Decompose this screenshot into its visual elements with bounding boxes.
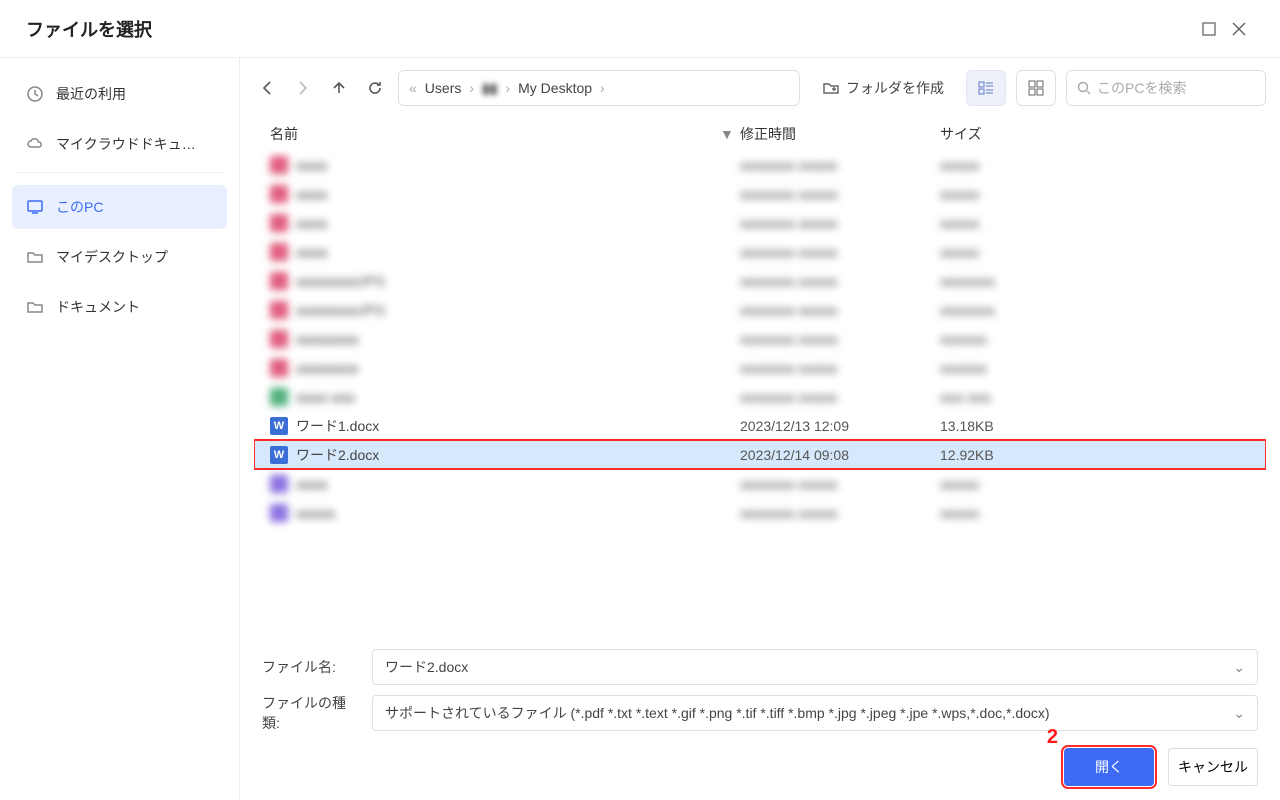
filetype-select[interactable]: サポートされているファイル (*.pdf *.txt *.text *.gif …	[372, 695, 1258, 731]
breadcrumb-item[interactable]: Users	[421, 80, 466, 96]
sidebar-desktop-label: マイデスクトップ	[56, 247, 168, 267]
file-row[interactable]: .aaaaaaaaaaa aaaaaaaaaa	[254, 237, 1266, 266]
folder-icon	[26, 248, 44, 266]
chevron-right-icon: ›	[600, 80, 605, 96]
file-row[interactable]: .aaaaaaaaJPGaaaaaaa aaaaaaaaaaaa	[254, 266, 1266, 295]
nav-back-button[interactable]	[254, 75, 280, 101]
search-placeholder: このPCを検索	[1097, 78, 1186, 98]
file-row[interactable]: .aaaaaaaaaaaaaaa aaaaaaaaaaa	[254, 353, 1266, 382]
file-row[interactable]: .aaaaaaaaaaaa aaaaaaaaaa	[254, 498, 1266, 527]
sidebar: 最近の利用 マイクラウドドキュ… このPC マイデスクトップ ドキュメント	[0, 58, 240, 800]
chevron-down-icon: ⌄	[1233, 659, 1245, 676]
file-row[interactable]: W ワード2.docx 2023/12/14 09:08 12.92KB	[254, 440, 1266, 469]
chevron-left-icon: «	[409, 80, 417, 96]
nav-forward-button[interactable]	[290, 75, 316, 101]
file-name: ワード2.docx	[296, 445, 379, 465]
clock-icon	[26, 85, 44, 103]
sort-indicator-icon: ▼	[720, 126, 740, 142]
nav-refresh-button[interactable]	[362, 75, 388, 101]
file-list: 1 .aaaaaaaaaaa aaaaaaaaaa .aaaaaaaaaaa a…	[254, 150, 1266, 634]
sidebar-item-recent[interactable]: 最近の利用	[12, 72, 227, 116]
filename-input[interactable]: ワード2.docx ⌄	[372, 649, 1258, 685]
nav-up-button[interactable]	[326, 75, 352, 101]
file-row[interactable]: .aaaa aaaaaaaaaa aaaaaaaa aaa	[254, 382, 1266, 411]
cloud-icon	[26, 135, 44, 153]
dialog-title: ファイルを選択	[26, 16, 1194, 42]
breadcrumb-item[interactable]: ▮▮	[478, 80, 501, 97]
file-row[interactable]: W ワード1.docx 2023/12/13 12:09 13.18KB	[254, 411, 1266, 440]
close-button[interactable]	[1224, 14, 1254, 44]
word-file-icon: W	[270, 446, 288, 464]
new-folder-label: フォルダを作成	[846, 78, 944, 98]
open-button[interactable]: 開く	[1064, 748, 1154, 786]
file-modified: 2023/12/13 12:09	[740, 418, 940, 434]
file-row[interactable]: .aaaaaaaaaaa aaaaaaaaaa	[254, 208, 1266, 237]
cancel-button[interactable]: キャンセル	[1168, 748, 1258, 786]
col-size-header[interactable]: サイズ	[940, 124, 1160, 144]
monitor-icon	[26, 198, 44, 216]
sidebar-recent-label: 最近の利用	[56, 84, 126, 104]
file-name: ワード1.docx	[296, 416, 379, 436]
breadcrumb[interactable]: « Users › ▮▮ › My Desktop ›	[398, 70, 800, 106]
filetype-value: サポートされているファイル (*.pdf *.txt *.text *.gif …	[385, 703, 1050, 723]
file-row[interactable]: .aaaaaaaaaaa aaaaaaaaaa	[254, 150, 1266, 179]
col-name-header[interactable]: 名前	[262, 124, 720, 144]
chevron-right-icon: ›	[505, 80, 510, 96]
file-size: 12.92KB	[940, 447, 1160, 463]
file-size: 13.18KB	[940, 418, 1160, 434]
sidebar-item-documents[interactable]: ドキュメント	[12, 285, 227, 329]
new-folder-icon	[822, 79, 840, 97]
sidebar-documents-label: ドキュメント	[56, 297, 140, 317]
filetype-label: ファイルの種類:	[262, 693, 356, 733]
folder-icon	[26, 298, 44, 316]
file-row[interactable]: .aaaaaaaaaaaaaaa aaaaaaaaaaa	[254, 324, 1266, 353]
chevron-down-icon: ⌄	[1233, 705, 1245, 722]
chevron-right-icon: ›	[469, 80, 474, 96]
filename-label: ファイル名:	[262, 657, 356, 677]
file-modified: 2023/12/14 09:08	[740, 447, 940, 463]
filename-value: ワード2.docx	[385, 657, 468, 677]
sidebar-item-cloud[interactable]: マイクラウドドキュ…	[12, 122, 227, 166]
sidebar-thispc-label: このPC	[56, 197, 103, 217]
new-folder-button[interactable]: フォルダを作成	[810, 70, 956, 106]
view-list-button[interactable]	[966, 70, 1006, 106]
view-grid-button[interactable]	[1016, 70, 1056, 106]
sidebar-item-thispc[interactable]: このPC	[12, 185, 227, 229]
word-file-icon: W	[270, 417, 288, 435]
search-icon	[1077, 81, 1091, 95]
col-mod-header[interactable]: 修正時間	[740, 124, 940, 144]
file-row[interactable]: .aaaaaaaaaaa aaaaaaaaaa	[254, 469, 1266, 498]
search-input[interactable]: このPCを検索	[1066, 70, 1266, 106]
column-headers: 名前 ▼ 修正時間 サイズ	[254, 118, 1266, 150]
breadcrumb-item[interactable]: My Desktop	[514, 80, 596, 96]
annotation-2: 2	[1047, 726, 1058, 749]
sidebar-item-desktop[interactable]: マイデスクトップ	[12, 235, 227, 279]
file-row[interactable]: .aaaaaaaaJPGaaaaaaa aaaaaaaaaaaa	[254, 295, 1266, 324]
maximize-button[interactable]	[1194, 14, 1224, 44]
sidebar-cloud-label: マイクラウドドキュ…	[56, 134, 196, 154]
file-row[interactable]: .aaaaaaaaaaa aaaaaaaaaa	[254, 179, 1266, 208]
